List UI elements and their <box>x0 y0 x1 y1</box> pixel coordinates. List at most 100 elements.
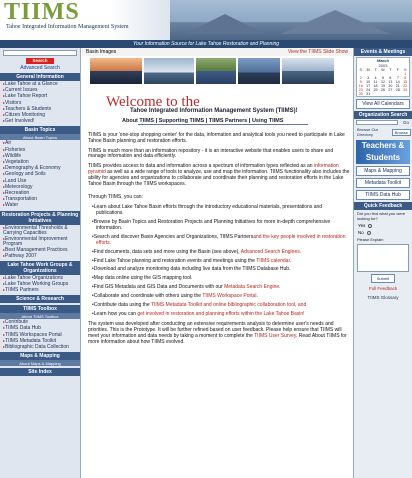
org-search-input[interactable] <box>356 120 398 125</box>
basin-photo[interactable] <box>196 58 236 84</box>
feature-item: Download and analyze monitoring data inc… <box>88 267 350 273</box>
basin-topics-heading[interactable]: Basin Topics <box>0 126 80 135</box>
main-content: Basin Images View the TIIMS Slide Show W… <box>82 48 352 478</box>
radio-icon[interactable] <box>368 223 373 228</box>
general-info-heading: General Information <box>0 73 80 81</box>
system-name: Tahoe Integrated Information Management … <box>130 108 298 114</box>
org-search-heading: Organization Search <box>354 111 412 119</box>
feature-link[interactable]: Metadata Search Engine. <box>224 284 280 291</box>
basin-photo[interactable] <box>238 58 280 84</box>
toolbox-heading[interactable]: TIIMS Toolbox <box>0 305 80 314</box>
feature-item: Learn about Lake Tahoe Basin efforts thr… <box>88 204 350 217</box>
feature-item: Map data online using the GIS mapping to… <box>88 276 350 282</box>
feature-item: Find GIS Metadata and GIS Data and Docum… <box>88 285 350 291</box>
feature-link[interactable]: TIIMS calendar. <box>256 258 291 264</box>
text-span: Download and analyze monitoring data inc… <box>93 266 291 273</box>
sidebar-item-water[interactable]: Water <box>0 202 80 208</box>
calendar-day <box>379 92 386 96</box>
glossary-link[interactable]: TIIMS Glossary <box>354 294 412 301</box>
sidebar-item-involved[interactable]: Get Involved! <box>0 118 80 124</box>
org-search-row: Go <box>354 119 412 126</box>
maps-about[interactable]: About Maps & Mapping <box>0 360 80 367</box>
browse-row: Browse Our Directory Browse <box>354 126 412 138</box>
right-sidebar: Events & Meetings March 2003 SMTWTFS1234… <box>353 48 412 478</box>
feature-item: Search and discover Basin Agencies and O… <box>88 233 350 247</box>
mountain-shape <box>280 10 390 34</box>
text-span: Collaborate and coordinate with others u… <box>93 293 203 300</box>
sidebar-item-pathway[interactable]: Pathway 2007 <box>0 253 80 259</box>
survey-link[interactable]: TIIMS User Survey <box>254 333 296 339</box>
calendar-day <box>387 92 394 96</box>
text-span: Find documents, data sets and more using… <box>93 248 241 255</box>
search-input[interactable] <box>3 50 77 56</box>
intro-text: TIIMS is your 'one-stop shopping center'… <box>88 132 350 349</box>
events-heading: Events & Meetings <box>354 48 412 56</box>
no-label: No <box>358 230 364 235</box>
intro-paragraph: TIIMS is your 'one-stop shopping center'… <box>88 132 345 144</box>
advanced-search-link[interactable]: Advanced Search <box>0 65 80 71</box>
science-heading[interactable]: Science & Research <box>0 295 80 304</box>
feature-item: Contribute data using the TIIMS Metadata… <box>88 303 350 309</box>
feature-item: Browse by Basin Topics and Restoration P… <box>88 218 350 232</box>
browse-directory-label: Browse Our Directory <box>357 127 379 137</box>
divider <box>138 124 308 125</box>
sidebar-item-eip[interactable]: Environmental Improvement Program <box>0 236 80 247</box>
feedback-textarea[interactable] <box>357 244 409 272</box>
go-button[interactable]: Go <box>400 119 412 126</box>
text-span: as well as a wide range of tools to anal… <box>88 168 350 187</box>
maps-heading[interactable]: Maps & Mapping <box>0 352 80 361</box>
text-span: Find Lake Tahoe planning and restoration… <box>93 257 257 264</box>
calendar[interactable]: March 2003 S M T W T F S 1 2 3 4 5 6 7 8 9 10 11 12 13 14 15 1… <box>356 57 410 97</box>
calendar-day <box>402 92 409 96</box>
site-header: TIIMS Tahoe Integrated Information Manag… <box>0 0 412 40</box>
intro-paragraph: TIIMS provides access to data and inform… <box>88 163 350 187</box>
basin-photo[interactable] <box>90 58 142 84</box>
feature-list: Learn about Lake Tahoe Basin efforts thr… <box>88 204 350 318</box>
submit-button[interactable]: Submit <box>371 274 395 283</box>
calendar-day[interactable]: 31 <box>364 92 371 96</box>
tagline-bar: Your Information Source for Lake Tahoe R… <box>0 40 412 48</box>
projects-heading[interactable]: Restoration Projects & Planning Initiati… <box>0 210 80 225</box>
feedback-heading: Quick Feedback <box>354 202 412 210</box>
feature-link[interactable]: get involved in restoration and planning… <box>137 311 304 318</box>
sidebar-item-bibliographic[interactable]: Bibliographic Data Collection <box>0 344 80 350</box>
sidebar-item-thresholds[interactable]: Environmental Thresholds & Carrying Capa… <box>0 225 80 236</box>
calendar-day <box>394 92 401 96</box>
workgroups-heading[interactable]: Lake Tahoe Work Groups & Organizations <box>0 260 80 275</box>
feature-link[interactable]: TIIMS Workspace Portal. <box>202 293 257 300</box>
text-span: Learn how you can <box>93 311 138 318</box>
text-span: Find GIS Metadata and GIS Data and Docum… <box>93 284 225 291</box>
text-span: Search and discover Basin Agencies and O… <box>93 233 254 240</box>
maps-mapping-button[interactable]: Maps & Mapping <box>356 166 410 176</box>
text-span: Browse by Basin Topics and Restoration P… <box>93 218 331 231</box>
full-feedback-link[interactable]: Full Feedback <box>354 285 412 292</box>
text-span: Contribute data using the <box>93 302 151 309</box>
calendar-day[interactable]: 30 <box>357 92 364 96</box>
calendar-day <box>372 92 379 96</box>
feature-item: Find Lake Tahoe planning and restoration… <box>88 257 350 265</box>
no-option[interactable]: No <box>354 229 412 236</box>
site-index-heading[interactable]: Site Index <box>0 368 80 377</box>
teachers-students-banner[interactable]: Teachers & Students <box>356 140 410 164</box>
feature-item: Find documents, data sets and more using… <box>88 248 350 256</box>
through-label: Through TIIMS, you can: <box>88 194 143 201</box>
radio-icon[interactable] <box>366 230 371 235</box>
site-subtitle: Tahoe Integrated Information Management … <box>6 24 129 30</box>
feature-link[interactable]: TIIMS Metadata Toolkit and online biblio… <box>151 302 306 309</box>
metadata-toolkit-button[interactable]: Metadata Toolkit <box>356 178 410 188</box>
feature-link[interactable]: Advanced Search Engines. <box>241 249 301 255</box>
site-logo[interactable]: TIIMS <box>4 0 80 26</box>
basin-photo[interactable] <box>282 58 334 84</box>
slideshow-link[interactable]: View the TIIMS Slide Show <box>288 49 348 55</box>
yes-option[interactable]: Yes <box>354 222 412 229</box>
sidebar-item-partners[interactable]: TIIMS Partners <box>0 287 80 293</box>
photo-strip <box>82 56 352 86</box>
search-button[interactable]: Search <box>26 58 54 64</box>
mountain-shape <box>185 14 265 34</box>
basin-photo[interactable] <box>144 58 194 84</box>
browse-button[interactable]: Browse <box>391 128 411 136</box>
basin-images-bar: Basin Images View the TIIMS Slide Show <box>82 48 352 56</box>
data-hub-button[interactable]: TIIMS Data Hub <box>356 190 410 200</box>
view-all-calendars-button[interactable]: View All Calendars <box>356 99 410 109</box>
feedback-question: Did you find what you were looking for? <box>357 211 406 221</box>
